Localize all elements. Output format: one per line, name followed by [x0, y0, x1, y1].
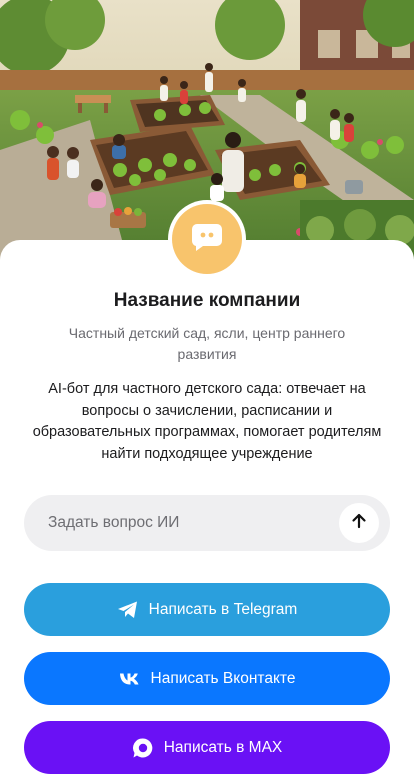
ask-ai-input[interactable]: [24, 495, 324, 551]
company-avatar: [168, 200, 246, 278]
ask-ai-box: [24, 495, 390, 551]
vk-button-label: Написать Вконтакте: [150, 669, 296, 687]
telegram-button-label: Написать в Telegram: [148, 600, 298, 618]
telegram-icon: [117, 600, 139, 620]
arrow-up-icon: [350, 512, 368, 535]
max-button[interactable]: Написать в MAX: [24, 721, 390, 774]
send-button[interactable]: [339, 503, 379, 543]
vk-button[interactable]: Написать Вконтакте: [24, 652, 390, 705]
company-subtitle: Частный детский сад, ясли, центр раннего…: [68, 325, 346, 362]
company-description: AI-бот для частного детского сада: отвеч…: [32, 381, 382, 462]
max-button-label: Написать в MAX: [163, 738, 283, 756]
avatar-background: [172, 204, 242, 274]
vk-icon: [119, 672, 141, 686]
chat-bubble-icon: [190, 220, 224, 259]
max-icon: [132, 737, 154, 759]
telegram-button[interactable]: Написать в Telegram: [24, 583, 390, 636]
company-name: Название компании: [113, 290, 301, 311]
